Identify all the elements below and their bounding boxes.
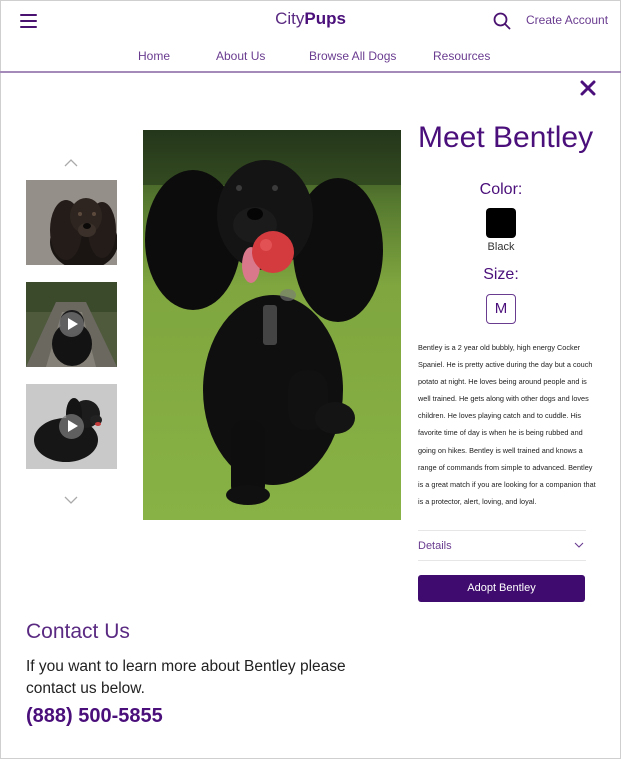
color-swatch-black[interactable]	[486, 208, 516, 238]
dog-name-title: Meet Bentley	[418, 121, 594, 154]
adopt-button[interactable]: Adopt Bentley	[418, 575, 585, 602]
search-icon[interactable]	[493, 12, 511, 30]
details-label: Details	[418, 540, 452, 552]
thumbnail-video-2[interactable]	[26, 384, 117, 469]
nav-about-us[interactable]: About Us	[216, 49, 265, 63]
details-accordion[interactable]: Details	[418, 530, 586, 561]
contact-text: If you want to learn more about Bentley …	[26, 658, 346, 697]
brand-bold: Pups	[304, 9, 346, 28]
create-account-link[interactable]: Create Account	[526, 13, 608, 27]
main-dog-photo	[143, 130, 401, 520]
contact-title: Contact Us	[26, 620, 130, 643]
phone-number-link[interactable]: (888) 500-5855	[26, 705, 163, 728]
nav-divider	[0, 71, 621, 73]
thumbnail-photo-1[interactable]	[26, 180, 117, 265]
size-option-m[interactable]: M	[486, 294, 516, 324]
play-icon[interactable]	[59, 312, 84, 337]
nav-browse-all-dogs[interactable]: Browse All Dogs	[309, 49, 396, 63]
color-label: Color:	[479, 181, 523, 198]
chevron-down-icon	[574, 542, 584, 548]
nav-home[interactable]: Home	[138, 49, 170, 63]
size-label: Size:	[483, 266, 519, 283]
nav-resources[interactable]: Resources	[433, 49, 490, 63]
thumbnail-video-1[interactable]	[26, 282, 117, 367]
color-swatch-label: Black	[487, 241, 515, 253]
dog-description: Bentley is a 2 year old bubbly, high ene…	[418, 343, 596, 506]
close-icon[interactable]	[580, 80, 596, 96]
play-icon[interactable]	[59, 414, 84, 439]
brand-light: City	[275, 9, 305, 28]
main-nav: Home About Us Browse All Dogs Resources	[0, 49, 621, 65]
chevron-down-icon[interactable]	[64, 496, 78, 505]
chevron-up-icon[interactable]	[64, 158, 78, 167]
